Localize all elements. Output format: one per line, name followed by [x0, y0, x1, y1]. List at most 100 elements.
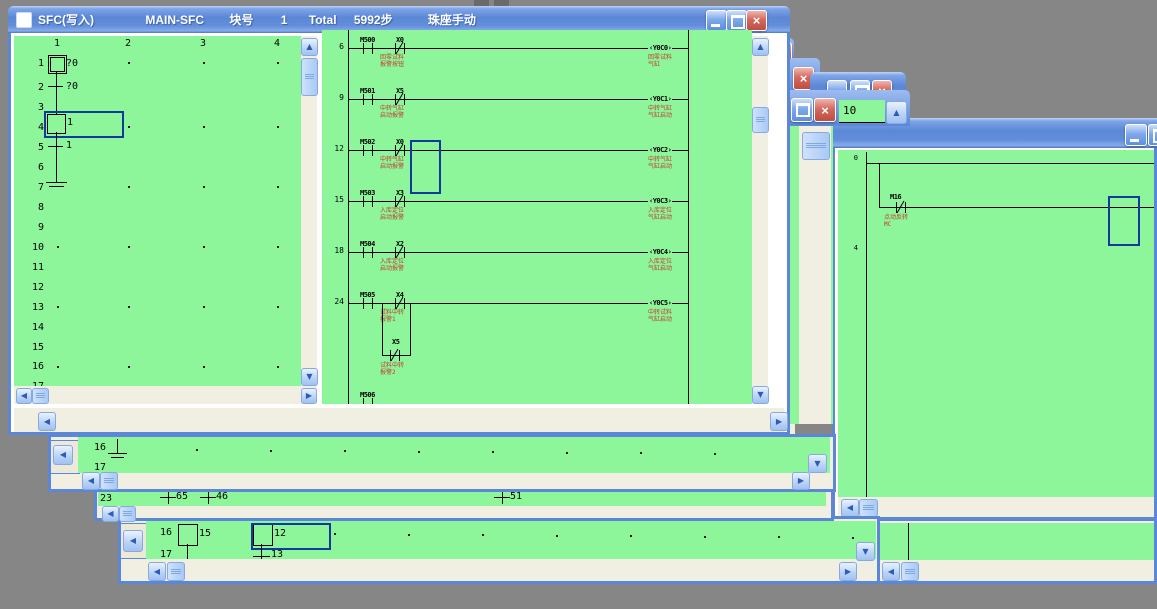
strip-f-canvas[interactable]: [879, 523, 1154, 560]
scrollbar-thumb[interactable]: [752, 107, 769, 133]
row-number: 13: [24, 302, 44, 313]
scroll-up-button[interactable]: ▲: [886, 101, 907, 124]
ladder-canvas-right[interactable]: 0 M16 点动反转MC 4: [838, 150, 1154, 497]
scrollbar-thumb[interactable]: [301, 58, 318, 96]
column-header: 2: [125, 38, 131, 49]
grid-dot: [556, 535, 558, 537]
scroll-left-button[interactable]: ◀: [38, 412, 56, 431]
close-button[interactable]: ×: [746, 10, 767, 31]
strip-window-b: ◀ 16 17 ◀ ▶ ▼: [48, 434, 836, 492]
sfc-transition-tick: [253, 556, 270, 557]
ladder-canvas[interactable]: 6 M500 X0 回零试料报警按钮 Y0C0 回零试料气缸 9 M501 X5…: [322, 30, 752, 404]
scroll-left-button[interactable]: ◀: [882, 562, 900, 581]
maximize-button[interactable]: [1148, 124, 1157, 146]
grid-dot: [203, 126, 205, 128]
ladder-window-right: 0 M16 点动反转MC 4 ◀: [832, 118, 1157, 520]
scrollbar-thumb[interactable]: [802, 132, 830, 160]
scrollbar-thumb[interactable]: [167, 562, 185, 581]
strip-d-canvas[interactable]: 16 15 12 17 13: [146, 521, 876, 559]
row-number: 23: [98, 493, 112, 504]
rung-step-number: 18: [324, 246, 344, 255]
scroll-right-button[interactable]: ▶: [792, 472, 810, 490]
grid-dot: [408, 534, 410, 536]
strip-b-canvas[interactable]: 16 17: [78, 437, 830, 473]
scroll-left-button[interactable]: ◀: [82, 472, 100, 490]
step-number-cell[interactable]: 10: [839, 100, 885, 123]
column-header: 3: [200, 38, 206, 49]
scroll-left-icon: ◀: [44, 418, 50, 426]
sfc-end-line: [108, 453, 127, 454]
scroll-down-button[interactable]: ▼: [808, 454, 827, 473]
scroll-left-button[interactable]: ◀: [123, 530, 143, 552]
title-text: SFC(写入) MAIN-SFC 块号 1 Total 5992步 珠座手动: [38, 11, 476, 28]
ladder-vscrollbar[interactable]: ▲ ▼: [752, 36, 768, 404]
minimize-button[interactable]: [1125, 124, 1147, 146]
coil-symbol: Y0C5: [648, 299, 672, 307]
coil-symbol: Y0C2: [648, 146, 672, 154]
no-contact-symbol: [363, 43, 373, 54]
scroll-up-button[interactable]: ▲: [301, 38, 318, 56]
minimize-icon: [1130, 139, 1139, 142]
row-number: 14: [24, 322, 44, 333]
nc-contact-symbol: [896, 202, 906, 213]
title-app: SFC(写入): [38, 13, 94, 27]
grid-dot: [640, 452, 642, 454]
maximize-button[interactable]: [726, 10, 747, 31]
sfc-vscrollbar[interactable]: ▲ ▼: [301, 36, 317, 386]
coil-symbol: Y0C1: [648, 95, 672, 103]
main-window: SFC(写入) MAIN-SFC 块号 1 Total 5992步 珠座手动 ×…: [8, 6, 790, 435]
desktop: × × × × 10 ▲ 0 M16: [0, 0, 1157, 609]
scroll-right-button[interactable]: ▶: [301, 388, 317, 404]
scroll-down-button[interactable]: ▼: [752, 386, 769, 404]
scroll-down-button[interactable]: ▼: [856, 542, 875, 561]
scroll-down-button[interactable]: ▼: [301, 368, 318, 386]
scroll-left-button[interactable]: ◀: [53, 445, 73, 465]
sfc-hscrollbar[interactable]: ◀ ▶: [14, 386, 317, 404]
scroll-right-icon: ▶: [798, 477, 804, 485]
row-number: 10: [24, 242, 44, 253]
scroll-left-button[interactable]: ◀: [102, 506, 119, 522]
no-contact-symbol: [363, 298, 373, 309]
grid-dot: [57, 246, 59, 248]
scroll-right-button[interactable]: ▶: [839, 562, 857, 581]
branch-line: [410, 303, 411, 355]
scroll-left-icon: ◀: [888, 568, 894, 576]
sfc-initial-step[interactable]: [48, 55, 67, 74]
sfc-end-stem: [117, 439, 118, 454]
scroll-up-button[interactable]: ▲: [752, 38, 769, 56]
scrollbar-track[interactable]: [799, 126, 831, 424]
coil-symbol: Y0C4: [648, 248, 672, 256]
maximize-button[interactable]: [791, 98, 813, 122]
grid-dot: [630, 535, 632, 537]
scroll-up-icon: ▲: [757, 43, 763, 51]
scrollbar-thumb[interactable]: [32, 388, 49, 404]
nc-contact-symbol: [395, 298, 405, 309]
maximize-icon: [1153, 129, 1157, 143]
scroll-left-button[interactable]: ◀: [16, 388, 32, 404]
close-button[interactable]: ×: [814, 98, 836, 122]
ladder-right-rail: [688, 30, 689, 404]
sfc-link-line: [187, 544, 188, 559]
scroll-left-button[interactable]: ◀: [841, 499, 859, 517]
main-hscrollbar[interactable]: ◀ ▶: [14, 408, 784, 432]
minimize-button[interactable]: [706, 10, 727, 31]
ladder-left-rail: [908, 523, 909, 560]
grid-dot: [57, 306, 59, 308]
main-titlebar[interactable]: SFC(写入) MAIN-SFC 块号 1 Total 5992步 珠座手动 ×: [8, 6, 790, 33]
scrollbar-thumb[interactable]: [100, 472, 118, 490]
nc-contact-symbol: [390, 350, 400, 361]
scrollbar-thumb[interactable]: [119, 506, 136, 522]
sfc-canvas[interactable]: 1 2 3 4 1 2 3 4 5 6 7 8 9 10 11 12 13 14…: [14, 36, 301, 386]
right-window-hscrollbar[interactable]: ◀: [838, 497, 1154, 517]
scroll-down-icon: ▼: [862, 548, 868, 556]
scrollbar-thumb[interactable]: [901, 562, 919, 581]
transition-label: 13: [271, 549, 283, 559]
rung-step-number: 15: [324, 195, 344, 204]
scroll-left-button[interactable]: ◀: [148, 562, 166, 581]
scrollbar-thumb[interactable]: [859, 499, 878, 517]
scroll-right-button[interactable]: ▶: [770, 412, 788, 431]
title-block-number: 1: [281, 13, 288, 27]
nc-contact-symbol: [395, 247, 405, 258]
branch-line: [879, 163, 880, 208]
sfc-step-box[interactable]: [178, 524, 198, 546]
